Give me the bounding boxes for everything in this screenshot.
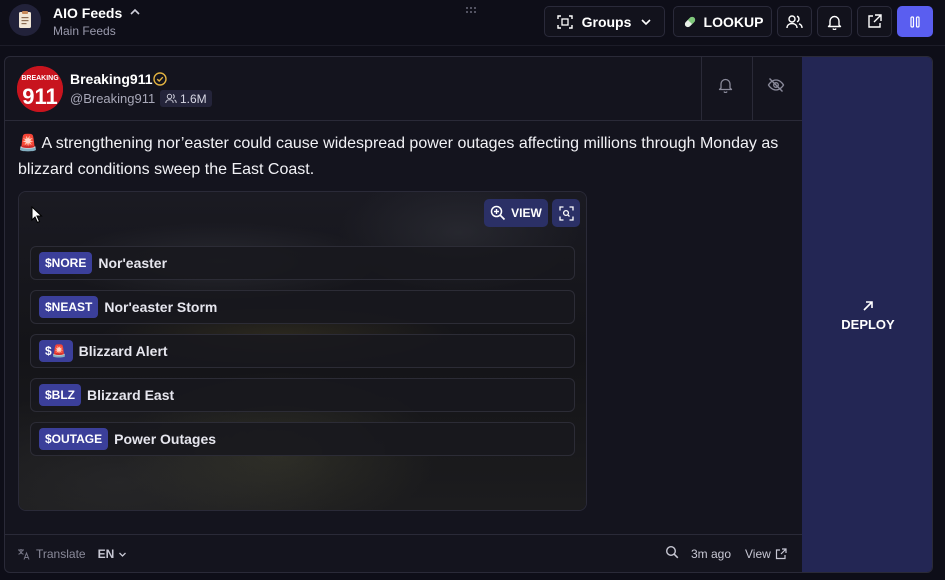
divider (5, 534, 802, 535)
ticker-row[interactable]: $🚨 Blizzard Alert (30, 334, 575, 368)
notifications-button[interactable] (817, 6, 852, 37)
external-link-button[interactable] (857, 6, 892, 37)
avatar[interactable]: BREAKING 911 (17, 66, 63, 112)
lookup-button[interactable]: LOOKUP (673, 6, 772, 37)
deploy-label: DEPLOY (841, 317, 895, 332)
view-label: VIEW (511, 206, 542, 220)
chevron-up-icon[interactable] (129, 6, 141, 18)
feed-icon[interactable] (9, 4, 41, 36)
ticker-name: Nor'easter Storm (104, 299, 218, 315)
top-bar: AIO Feeds Main Feeds Groups LOOKUP (0, 0, 945, 46)
verified-badge-icon (153, 72, 167, 86)
lookup-label: LOOKUP (703, 13, 764, 30)
ticker-symbol: $BLZ (39, 384, 81, 406)
eye-off-icon (767, 78, 785, 92)
ticker-row[interactable]: $NORE Nor'easter (30, 246, 575, 280)
hide-post-button[interactable] (766, 75, 786, 95)
ticker-symbol: $OUTAGE (39, 428, 109, 450)
search-icon (665, 545, 679, 559)
groups-label: Groups (581, 13, 632, 30)
app-title[interactable]: AIO Feeds (53, 5, 122, 21)
ticker-name: Nor'easter (98, 255, 168, 271)
divider (752, 57, 753, 120)
drag-handle-icon[interactable] (465, 6, 477, 14)
view-button[interactable]: VIEW (484, 199, 548, 227)
ticker-name: Blizzard East (87, 387, 175, 403)
view-link[interactable]: View (745, 547, 787, 561)
media-preview[interactable]: VIEW $NORE Nor'easter $NEAST Nor'easter … (18, 191, 587, 511)
translate-icon (18, 549, 30, 560)
scan-icon (556, 14, 573, 29)
groups-button[interactable]: Groups (544, 6, 665, 37)
followers-icon (165, 93, 177, 104)
deploy-button[interactable]: DEPLOY (802, 57, 932, 572)
chevron-down-icon (119, 552, 127, 557)
svg-text:911: 911 (22, 84, 58, 109)
external-link-icon (775, 548, 787, 560)
scan-search-icon (558, 205, 574, 221)
post-card: BREAKING 911 Breaking911 @Breaking911 1.… (4, 56, 933, 573)
ticker-row[interactable]: $BLZ Blizzard East (30, 378, 575, 412)
mouse-cursor-icon (31, 206, 43, 224)
bell-icon (827, 15, 842, 30)
ticker-row[interactable]: $OUTAGE Power Outages (30, 422, 575, 456)
ticker-symbol: $NEAST (39, 296, 99, 318)
external-link-icon (868, 14, 882, 28)
users-icon (786, 14, 803, 28)
post-text: 🚨 A strengthening nor’easter could cause… (18, 135, 779, 178)
ticker-name: Blizzard Alert (78, 343, 168, 359)
translate-label: Translate (36, 547, 86, 561)
translate-control[interactable]: Translate EN (17, 547, 127, 561)
users-button[interactable] (777, 6, 812, 37)
ticker-row[interactable]: $NEAST Nor'easter Storm (30, 290, 575, 324)
author-name[interactable]: Breaking911 (70, 71, 153, 87)
arrow-up-right-icon (863, 301, 873, 311)
svg-text:BREAKING: BREAKING (21, 75, 59, 82)
followers-badge: 1.6M (160, 90, 212, 107)
language-select[interactable]: EN (98, 547, 115, 561)
ticker-name: Power Outages (114, 431, 217, 447)
pause-button[interactable] (897, 6, 933, 37)
divider (5, 120, 802, 121)
post-notify-button[interactable] (715, 75, 735, 95)
followers-count: 1.6M (180, 91, 207, 106)
pill-icon (684, 16, 695, 27)
pause-icon (910, 15, 920, 28)
post-timestamp: 3m ago (691, 547, 732, 561)
zoom-in-icon (490, 205, 506, 221)
search-button[interactable] (665, 545, 679, 559)
author-handle[interactable]: @Breaking911 (70, 91, 155, 106)
ticker-symbol: $NORE (39, 252, 93, 274)
view-link-label: View (745, 547, 771, 561)
image-scan-button[interactable] (552, 199, 580, 227)
bell-icon (718, 78, 732, 93)
feed-subtitle: Main Feeds (53, 24, 116, 38)
chevron-down-icon (641, 18, 651, 25)
divider (701, 57, 702, 120)
ticker-symbol: $🚨 (39, 340, 73, 362)
